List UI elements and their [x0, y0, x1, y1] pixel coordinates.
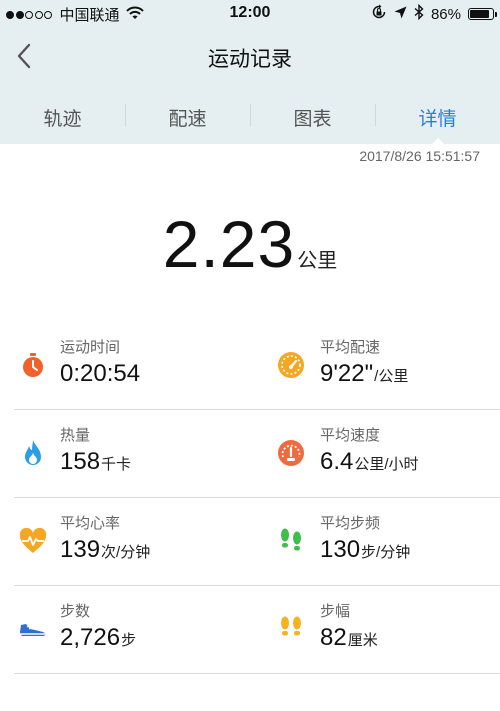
footprints-icon — [281, 616, 301, 636]
footprints-icon — [281, 528, 301, 551]
stat-steps-value: 2,726 — [60, 624, 121, 651]
tab-details[interactable]: 详情 — [375, 90, 500, 145]
navigation-bar: 运动记录 — [0, 28, 500, 84]
stat-avg-cadence-unit: 步/分钟 — [361, 544, 411, 561]
stat-avg-speed-value-line: 6.4公里/小时 — [320, 448, 419, 476]
stat-steps-unit: 步 — [121, 632, 137, 649]
heart-rate-icon — [19, 527, 47, 553]
chevron-left-icon — [17, 43, 31, 69]
stat-avg-heart-rate-unit: 次/分钟 — [101, 544, 151, 561]
status-left: 中国联通 — [6, 4, 144, 25]
stats-row: 平均心率 139次/分钟 平均步频 130步/分钟 — [14, 498, 500, 586]
wifi-icon — [125, 6, 144, 25]
stat-avg-pace-label: 平均配速 — [320, 339, 381, 356]
stat-stride-label: 步幅 — [320, 603, 351, 620]
distance-value: 2.23 — [162, 207, 296, 281]
battery-icon — [468, 8, 497, 20]
stat-avg-speed-unit: 公里/小时 — [354, 456, 419, 473]
stat-avg-cadence-value: 130 — [320, 536, 361, 563]
stat-duration-value-line: 0:20:54 — [60, 360, 140, 388]
flame-icon — [25, 440, 41, 465]
stat-steps-label: 步数 — [60, 603, 91, 620]
tab-track[interactable]: 轨迹 — [0, 90, 125, 144]
tab-pace[interactable]: 配速 — [125, 90, 250, 144]
stats-row: 运动时间 0:20:54 平均配速 9'22"/公里 — [14, 322, 500, 410]
location-arrow-icon — [394, 6, 407, 23]
stat-stride: 步幅 82厘米 — [276, 586, 500, 674]
stat-calories-value: 158 — [60, 448, 101, 475]
status-bar: 中国联通 12:00 86% — [0, 0, 500, 28]
stat-avg-pace-value-line: 9'22"/公里 — [320, 360, 408, 388]
stat-avg-speed: 平均速度 6.4公里/小时 — [276, 410, 500, 498]
stat-avg-heart-rate-value: 139 — [60, 536, 101, 563]
stat-stride-value: 82 — [320, 624, 347, 651]
stat-avg-pace-value: 9'22" — [320, 360, 374, 387]
stat-avg-speed-label: 平均速度 — [320, 427, 381, 444]
stats-row: 步数 2,726步 步幅 82厘米 — [14, 586, 500, 674]
signal-strength-icon — [6, 10, 54, 19]
stat-duration-value: 0:20:54 — [60, 360, 141, 387]
carrier-name: 中国联通 — [59, 7, 120, 24]
distance-unit: 公里 — [297, 250, 338, 272]
tab-bar: 轨迹 配速 图表 详情 — [0, 90, 500, 145]
stat-steps: 步数 2,726步 — [14, 586, 276, 674]
battery-percent: 86% — [430, 5, 461, 23]
stat-avg-speed-value: 6.4 — [320, 448, 354, 475]
speedometer-icon — [278, 352, 304, 378]
battery-level-fill — [470, 10, 489, 18]
stat-avg-cadence: 平均步频 130步/分钟 — [276, 498, 500, 586]
back-button[interactable] — [8, 40, 40, 72]
stat-avg-heart-rate-label: 平均心率 — [60, 515, 121, 532]
tab-chart[interactable]: 图表 — [250, 90, 375, 144]
total-distance: 2.23 公里 — [0, 206, 500, 282]
stat-steps-value-line: 2,726步 — [60, 624, 136, 652]
stat-avg-pace-unit: /公里 — [374, 368, 409, 385]
stat-avg-cadence-label: 平均步频 — [320, 515, 381, 532]
stats-row: 热量 158千卡 平均速度 6.4公里/小时 — [14, 410, 500, 498]
stats-grid: 运动时间 0:20:54 平均配速 9'22"/公里 热量 158千卡 平均速度… — [14, 322, 500, 674]
stopwatch-icon — [23, 353, 43, 377]
stat-avg-heart-rate: 平均心率 139次/分钟 — [14, 498, 276, 586]
status-right: 86% — [371, 3, 497, 24]
stat-stride-unit: 厘米 — [347, 632, 378, 649]
stat-stride-value-line: 82厘米 — [320, 624, 378, 652]
record-timestamp: 2017/8/26 15:51:57 — [359, 148, 480, 164]
bluetooth-icon — [414, 3, 424, 24]
page-title: 运动记录 — [208, 48, 292, 71]
stat-avg-heart-rate-value-line: 139次/分钟 — [60, 536, 150, 564]
sneaker-icon — [20, 624, 46, 636]
stat-avg-cadence-value-line: 130步/分钟 — [320, 536, 410, 564]
stat-calories-value-line: 158千卡 — [60, 448, 131, 476]
stat-duration: 运动时间 0:20:54 — [14, 322, 276, 410]
rotation-lock-icon — [371, 4, 387, 24]
stat-duration-label: 运动时间 — [60, 339, 121, 356]
stat-avg-pace: 平均配速 9'22"/公里 — [276, 322, 500, 410]
gauge-icon — [278, 440, 304, 466]
stat-calories: 热量 158千卡 — [14, 410, 276, 498]
stat-calories-unit: 千卡 — [101, 456, 132, 473]
stat-calories-label: 热量 — [60, 427, 91, 444]
